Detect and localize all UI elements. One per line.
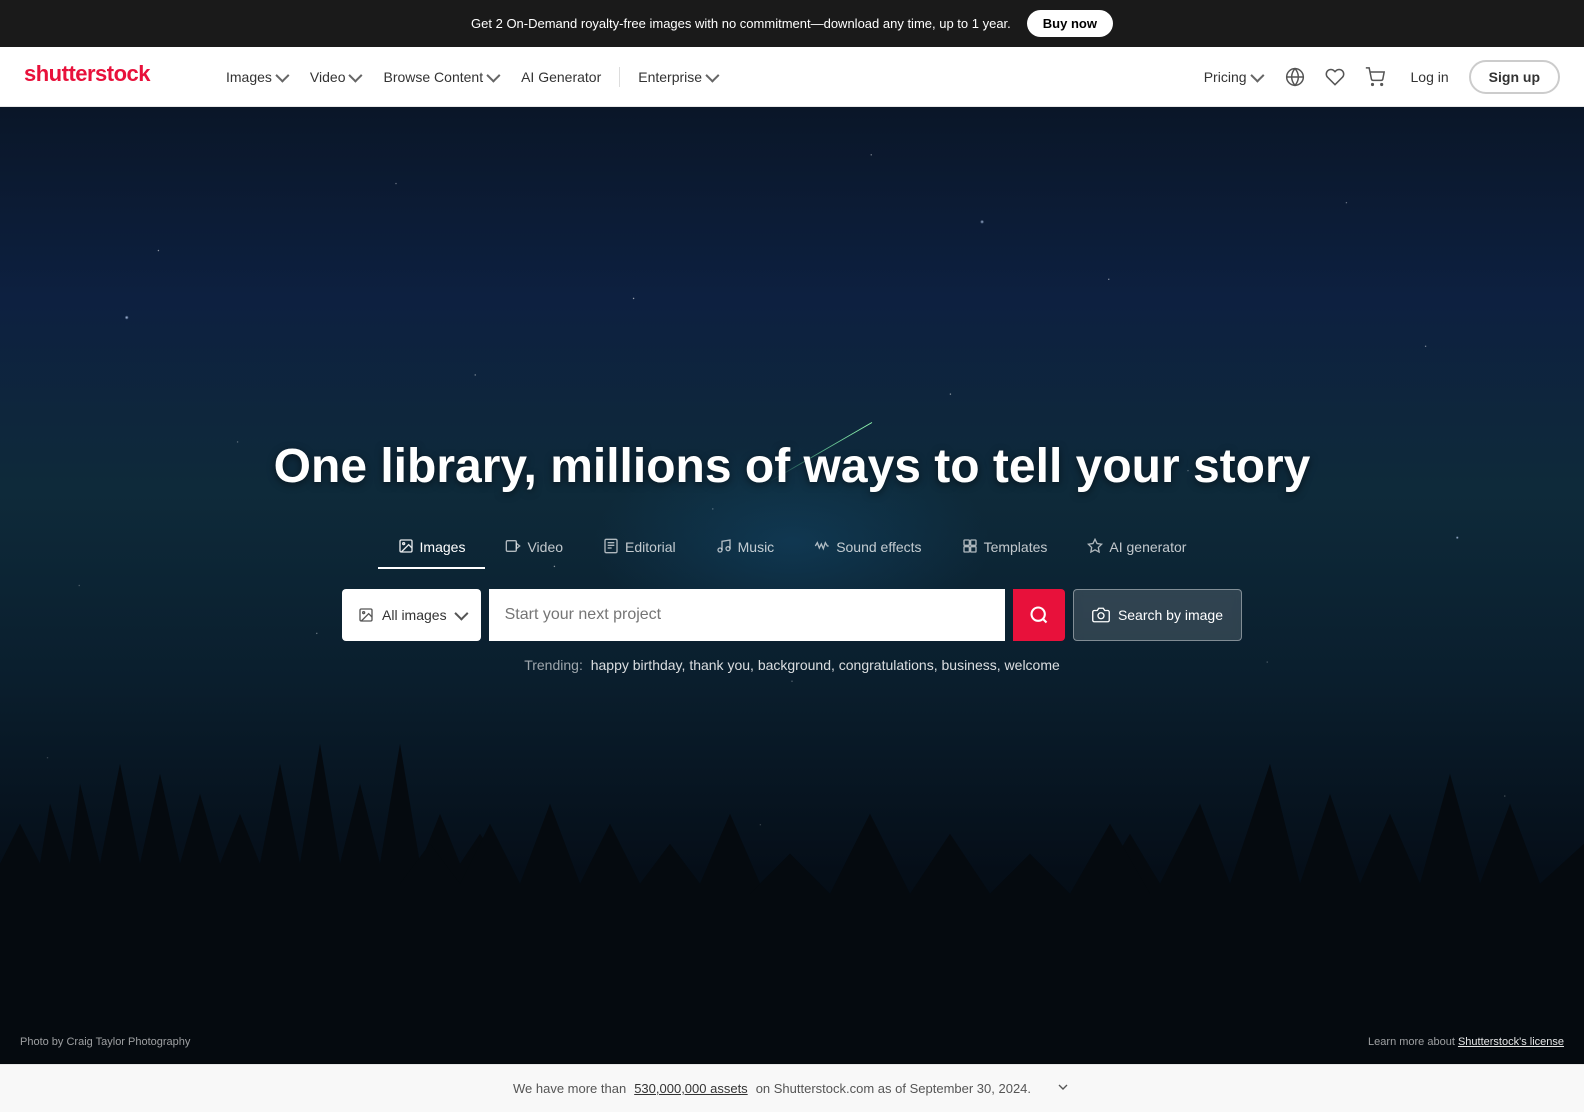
top-banner: Get 2 On-Demand royalty-free images with…: [0, 0, 1584, 47]
search-type-button[interactable]: All images: [342, 589, 481, 641]
tree-silhouettes: [0, 681, 1584, 1064]
favorites-icon-button[interactable]: [1319, 61, 1351, 93]
trending-section: Trending: happy birthday, thank you, bac…: [20, 657, 1564, 673]
buy-now-button[interactable]: Buy now: [1027, 10, 1113, 37]
search-type-chevron-icon: [454, 606, 468, 620]
browse-chevron-icon: [486, 68, 500, 82]
banner-text: Get 2 On-Demand royalty-free images with…: [471, 16, 1011, 31]
learn-more-prefix: Learn more about: [1368, 1036, 1455, 1048]
image-type-icon: [358, 607, 374, 623]
license-link[interactable]: Shutterstock's license: [1458, 1036, 1564, 1048]
tab-sound-effects-label: Sound effects: [836, 539, 921, 555]
music-tab-icon: [716, 538, 732, 557]
editorial-tab-icon: [603, 538, 619, 557]
trending-item-2[interactable]: background,: [758, 657, 835, 673]
chevron-down-icon: [1055, 1079, 1071, 1095]
search-by-image-button[interactable]: Search by image: [1073, 589, 1242, 641]
photo-credit-author: Craig Taylor Photography: [66, 1036, 190, 1048]
search-by-image-label: Search by image: [1118, 607, 1223, 623]
image-tab-icon: [398, 538, 414, 557]
hero-section: One library, millions of ways to tell yo…: [0, 107, 1584, 1064]
nav-pricing[interactable]: Pricing: [1194, 61, 1271, 93]
tab-music[interactable]: Music: [696, 528, 795, 569]
tab-ai-generator[interactable]: AI generator: [1067, 528, 1206, 569]
trending-item-1[interactable]: thank you,: [689, 657, 754, 673]
login-button[interactable]: Log in: [1399, 61, 1461, 93]
pricing-chevron-icon: [1250, 68, 1264, 82]
nav-video[interactable]: Video: [300, 61, 370, 93]
enterprise-chevron-icon: [705, 68, 719, 82]
tab-templates[interactable]: Templates: [942, 528, 1068, 569]
navbar: shutterstock Images Video Browse Content…: [0, 47, 1584, 107]
hero-content: One library, millions of ways to tell yo…: [0, 438, 1584, 673]
logo[interactable]: shutterstock: [24, 59, 184, 94]
cart-icon: [1365, 67, 1385, 87]
svg-text:shutterstock: shutterstock: [24, 61, 151, 86]
trending-item-5[interactable]: welcome: [1005, 657, 1060, 673]
tab-video[interactable]: Video: [485, 528, 583, 569]
search-input-wrap: [489, 589, 1005, 641]
heart-icon: [1325, 67, 1345, 87]
bottom-text-suffix: on Shutterstock.com as of September 30, …: [756, 1081, 1031, 1096]
search-tabs: Images Video Editorial: [20, 528, 1564, 569]
photo-credit-prefix: Photo by: [20, 1036, 63, 1048]
trending-label: Trending:: [524, 657, 583, 673]
logo-text: shutterstock: [24, 66, 184, 93]
video-tab-icon: [505, 538, 521, 557]
trending-item-3[interactable]: congratulations,: [839, 657, 938, 673]
learn-more: Learn more about Shutterstock's license: [1368, 1036, 1564, 1048]
trending-item-0[interactable]: happy birthday,: [591, 657, 686, 673]
globe-icon-button[interactable]: [1279, 61, 1311, 93]
trending-item-4[interactable]: business,: [942, 657, 1001, 673]
nav-links: Images Video Browse Content AI Generator…: [216, 61, 1194, 93]
search-type-label: All images: [382, 607, 447, 623]
nav-divider: [619, 67, 620, 87]
templates-tab-icon: [962, 538, 978, 557]
tab-images[interactable]: Images: [378, 528, 486, 569]
expand-button[interactable]: [1055, 1079, 1071, 1098]
tab-editorial[interactable]: Editorial: [583, 528, 696, 569]
tab-video-label: Video: [527, 539, 563, 555]
nav-right: Pricing Log in Sign up: [1194, 60, 1560, 94]
cart-icon-button[interactable]: [1359, 61, 1391, 93]
nav-browse-content[interactable]: Browse Content: [373, 61, 507, 93]
ai-tab-icon: [1087, 538, 1103, 557]
assets-count-link[interactable]: 530,000,000 assets: [634, 1081, 747, 1096]
waveform-tab-icon: [814, 538, 830, 557]
tab-images-label: Images: [420, 539, 466, 555]
search-bar: All images Search by image: [342, 589, 1242, 641]
search-input[interactable]: [489, 589, 1005, 641]
signup-button[interactable]: Sign up: [1469, 60, 1560, 94]
tab-music-label: Music: [738, 539, 775, 555]
video-chevron-icon: [349, 68, 363, 82]
tab-editorial-label: Editorial: [625, 539, 676, 555]
camera-search-icon: [1092, 606, 1110, 624]
tab-sound-effects[interactable]: Sound effects: [794, 528, 941, 569]
hero-title: One library, millions of ways to tell yo…: [20, 438, 1564, 496]
search-submit-button[interactable]: [1013, 589, 1065, 641]
nav-images[interactable]: Images: [216, 61, 296, 93]
search-icon: [1029, 605, 1049, 625]
nav-enterprise[interactable]: Enterprise: [628, 61, 726, 93]
images-chevron-icon: [275, 68, 289, 82]
photo-credit: Photo by Craig Taylor Photography: [20, 1036, 190, 1048]
globe-icon: [1285, 67, 1305, 87]
nav-ai-generator[interactable]: AI Generator: [511, 61, 611, 93]
bottom-text-prefix: We have more than: [513, 1081, 626, 1096]
tab-templates-label: Templates: [984, 539, 1048, 555]
tab-ai-generator-label: AI generator: [1109, 539, 1186, 555]
